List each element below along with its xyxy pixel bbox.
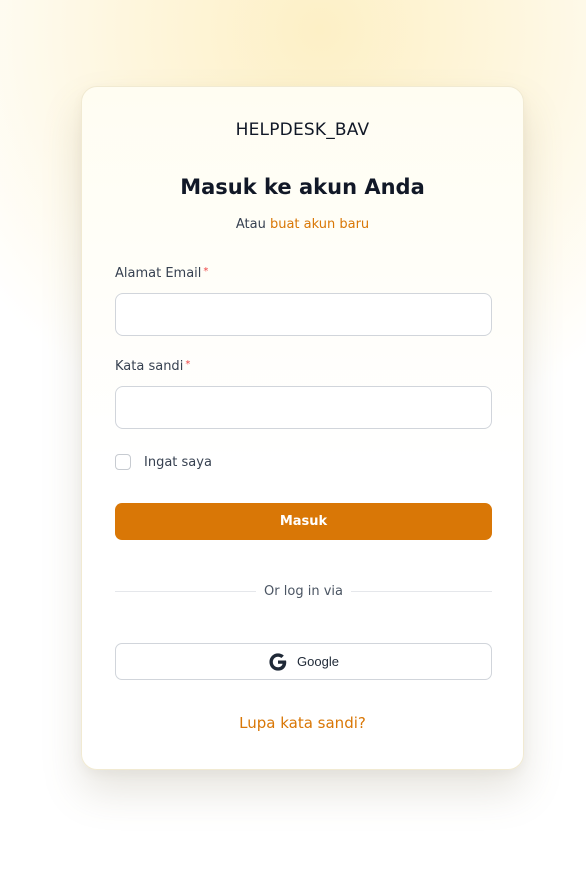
password-field[interactable]: [115, 386, 492, 429]
password-required-mark: *: [185, 359, 191, 370]
divider-line-right: [350, 590, 493, 592]
google-g-icon: [269, 652, 287, 671]
login-button[interactable]: Masuk: [115, 503, 492, 540]
email-label: Alamat Email *: [115, 266, 208, 281]
register-prompt: Atau buat akun baru: [82, 217, 523, 232]
remember-me[interactable]: Ingat saya: [115, 454, 212, 470]
email-field[interactable]: [115, 293, 492, 336]
register-prompt-text: Atau: [235, 217, 266, 232]
divider-text: Or log in via: [264, 583, 343, 599]
page-title: Masuk ke akun Anda: [180, 175, 425, 199]
password-label-text: Kata sandi: [115, 359, 184, 374]
forgot-password-link[interactable]: Lupa kata sandi?: [82, 714, 523, 732]
remember-me-checkbox[interactable]: [115, 454, 131, 470]
create-account-link[interactable]: buat akun baru: [270, 217, 369, 232]
email-label-text: Alamat Email: [115, 266, 202, 281]
google-login-button[interactable]: Google: [115, 643, 492, 680]
password-label: Kata sandi *: [115, 359, 190, 374]
brand-name: HELPDESK_BAV: [235, 120, 370, 140]
login-card: HELPDESK_BAV Masuk ke akun Anda Atau bua…: [81, 86, 524, 770]
divider: Or log in via: [115, 582, 493, 600]
email-required-mark: *: [203, 266, 209, 277]
divider-line-left: [115, 590, 257, 592]
google-login-label: Google: [297, 654, 339, 669]
remember-me-label: Ingat saya: [144, 454, 212, 470]
